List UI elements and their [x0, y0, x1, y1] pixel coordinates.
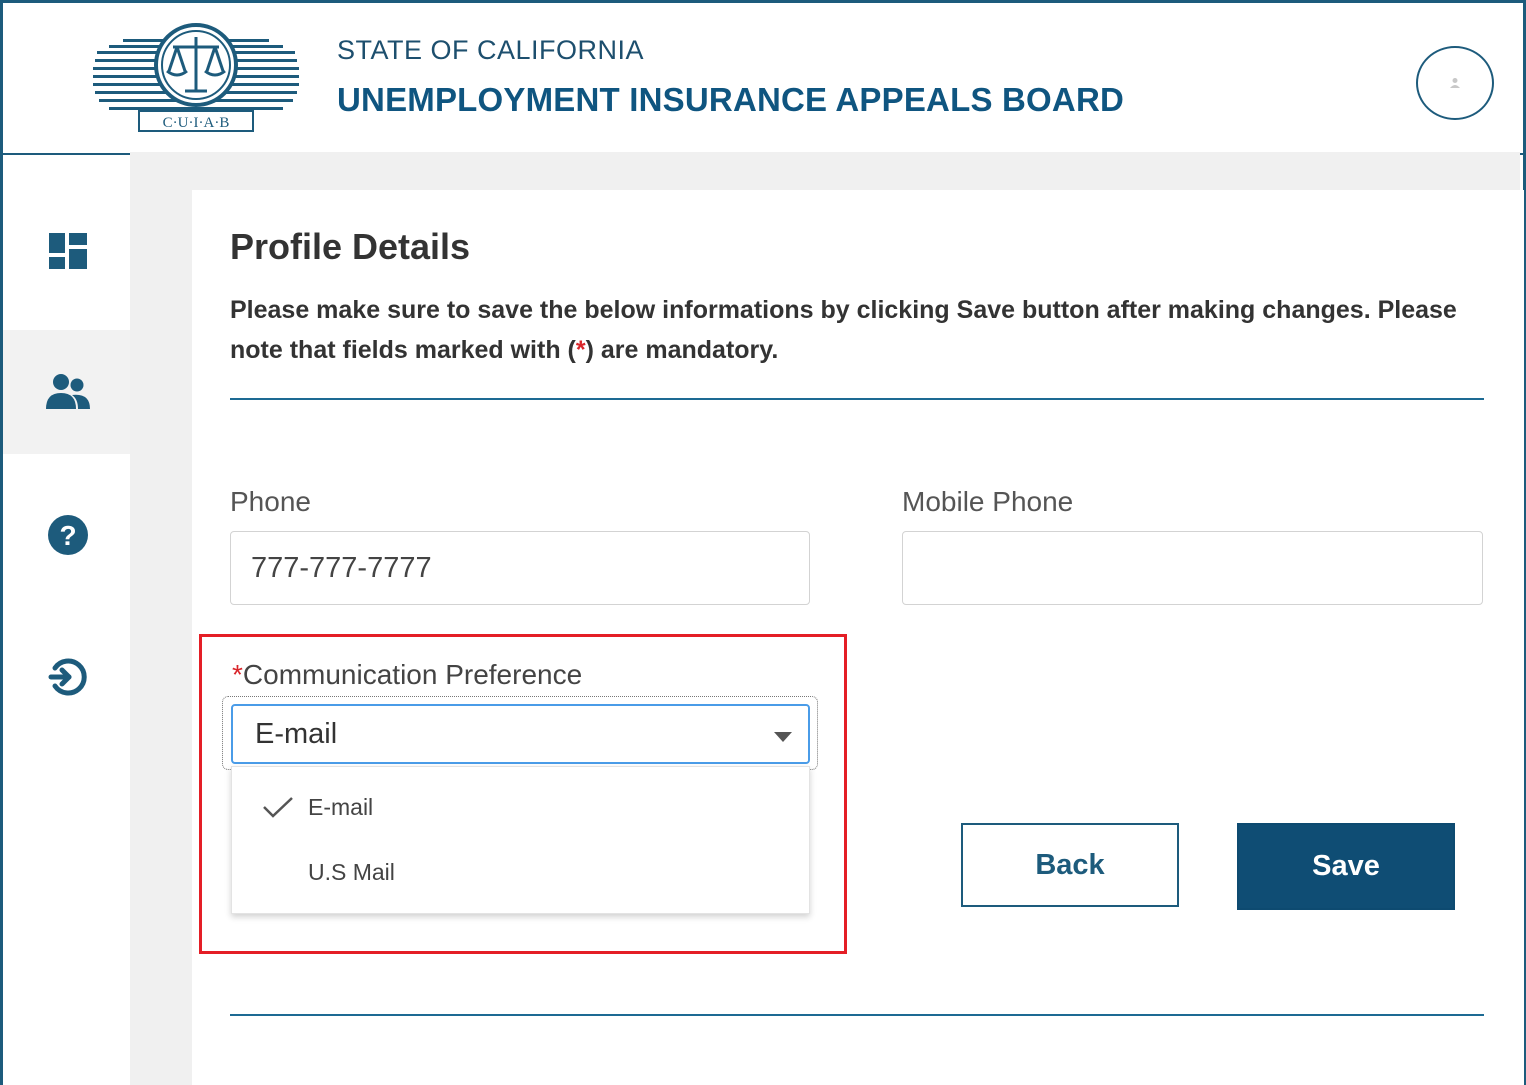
- mobile-phone-label: Mobile Phone: [902, 486, 1074, 517]
- header: C·U·I·A·B STATE OF CALIFORNIA UNEMPLOYME…: [3, 3, 1523, 155]
- page-title: Profile Details: [230, 226, 471, 267]
- option-us-mail[interactable]: U.S Mail: [232, 842, 811, 902]
- user-avatar-button[interactable]: [1416, 46, 1494, 120]
- caret-down-icon: [774, 732, 792, 742]
- phone-input[interactable]: 777-777-7777: [230, 531, 810, 605]
- cuiab-logo: C·U·I·A·B: [93, 23, 299, 132]
- user-icon: [1450, 78, 1460, 88]
- top-divider: [230, 398, 1484, 400]
- communication-preference-label: *Communication Preference: [232, 659, 583, 690]
- sidebar-item-logout[interactable]: [3, 615, 133, 739]
- phone-label: Phone: [230, 486, 311, 517]
- svg-text:C·U·I·A·B: C·U·I·A·B: [163, 115, 230, 131]
- required-marker: *: [232, 659, 243, 690]
- mobile-phone-input[interactable]: [902, 531, 1483, 605]
- check-icon: [263, 797, 293, 818]
- org-name-label: UNEMPLOYMENT INSURANCE APPEALS BOARD: [337, 81, 1125, 118]
- bottom-divider: [230, 1014, 1484, 1016]
- selected-value: E-mail: [255, 717, 338, 750]
- mandatory-note: Please make sure to save the below infor…: [230, 296, 1457, 364]
- option-email[interactable]: E-mail: [232, 777, 811, 837]
- sidebar-item-profile[interactable]: [3, 330, 133, 454]
- communication-preference-select[interactable]: E-mail: [231, 704, 810, 764]
- save-button[interactable]: Save: [1237, 823, 1455, 910]
- communication-preference-dropdown: E-mail U.S Mail: [231, 766, 810, 914]
- dashboard-icon: [49, 233, 87, 269]
- sidebar-item-help[interactable]: ?: [3, 473, 133, 597]
- sidebar: ?: [3, 155, 133, 1085]
- sidebar-item-dashboard[interactable]: [3, 189, 133, 313]
- logout-icon: [48, 658, 87, 696]
- users-icon: [46, 374, 90, 409]
- help-icon: ?: [48, 515, 88, 555]
- svg-text:?: ?: [59, 520, 76, 551]
- back-button[interactable]: Back: [961, 823, 1179, 907]
- org-state-label: STATE OF CALIFORNIA: [337, 35, 645, 65]
